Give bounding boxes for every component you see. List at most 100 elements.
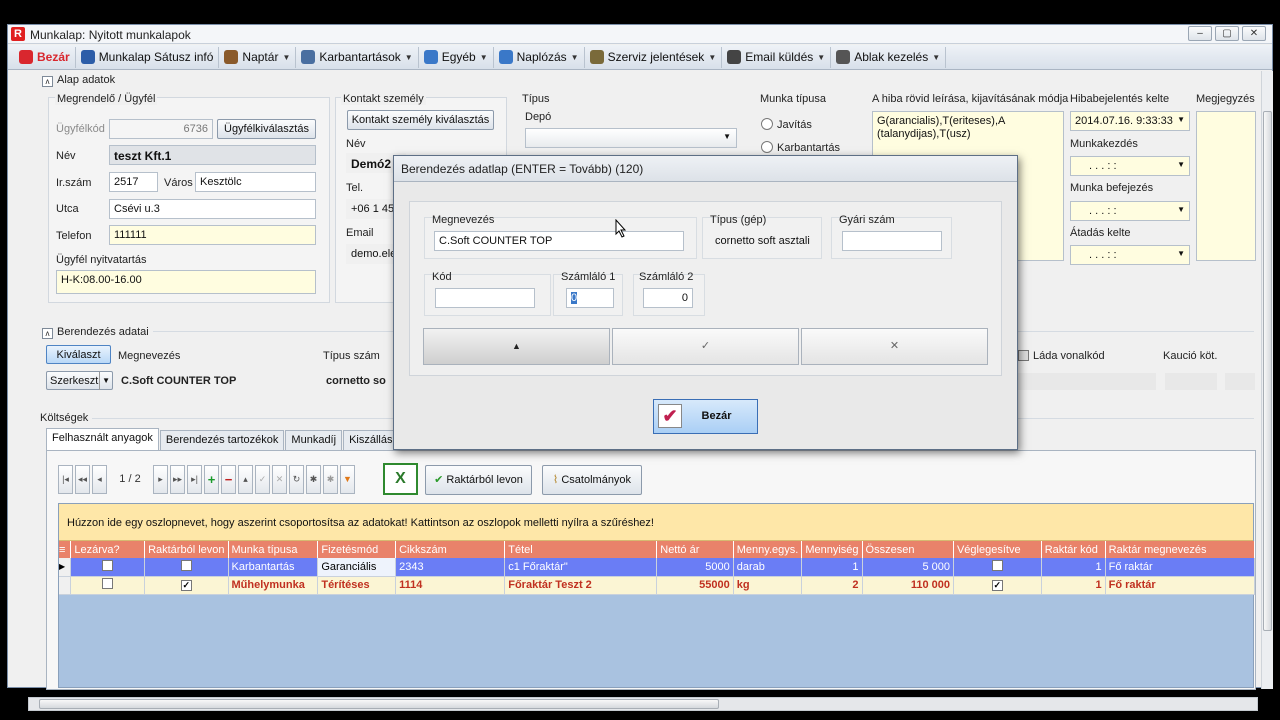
cell-munka[interactable]: Műhelymunka [228, 576, 319, 595]
select-contact-button[interactable]: Kontakt személy kiválasztás [347, 110, 494, 130]
row-indicator[interactable] [59, 576, 72, 595]
close-window-button[interactable]: ✕ [1242, 26, 1266, 41]
cell-netto[interactable]: 5000 [656, 558, 734, 577]
cell-lezarva[interactable] [70, 558, 146, 577]
prev-record-icon[interactable]: ◂ [92, 465, 107, 494]
cell-osszesen[interactable]: 5 000 [862, 558, 954, 577]
checkbox[interactable]: ✓ [180, 580, 192, 591]
cell-levon[interactable] [144, 558, 229, 577]
excel-export-icon[interactable]: X [383, 463, 418, 495]
select-customer-button[interactable]: Ügyfélkiválasztás [217, 119, 316, 139]
notes-field[interactable] [1196, 111, 1256, 261]
radio-repair[interactable]: Javítás [761, 118, 812, 131]
confirm-icon[interactable]: ✓ [255, 465, 270, 494]
cell-fizetes[interactable]: Térítéses [317, 576, 397, 595]
cell-cikk[interactable]: 2343 [395, 558, 506, 577]
deposit-field[interactable] [1165, 373, 1217, 390]
column-header[interactable]: Lezárva? [70, 541, 146, 558]
cell-fizetes[interactable]: Garanciális [317, 558, 397, 577]
vertical-scrollbar[interactable] [1261, 71, 1273, 689]
collapse-icon[interactable]: ʌ [42, 76, 53, 87]
column-header[interactable]: Raktár kód [1041, 541, 1106, 558]
column-header[interactable]: Fizetésmód [317, 541, 397, 558]
maximize-button[interactable]: ▢ [1215, 26, 1239, 41]
depot-select[interactable]: ▼ [525, 128, 737, 148]
attachments-button[interactable]: ⌇ Csatolmányok [542, 465, 642, 495]
section-alap-adatok[interactable]: ʌ Alap adatok [42, 74, 115, 87]
select-equipment-button[interactable]: Kiválaszt [46, 345, 111, 364]
last-page-icon[interactable]: ▸| [187, 465, 202, 494]
opening-hours-field[interactable]: H-K:08.00-16.00 [56, 270, 316, 294]
street-field[interactable]: Csévi u.3 [109, 199, 316, 219]
column-header[interactable]: Tétel [504, 541, 658, 558]
cell-menny[interactable]: 2 [801, 576, 863, 595]
column-header[interactable]: Nettó ár [656, 541, 734, 558]
column-header[interactable]: Raktár megnevezés [1105, 541, 1256, 558]
previous-button[interactable]: ▲ [423, 328, 610, 365]
next-page-icon[interactable]: ▸▸ [170, 465, 185, 494]
star-icon[interactable]: ✱ [306, 465, 321, 494]
dialog-type-field[interactable]: cornetto soft asztali [710, 231, 816, 251]
menu-item-6[interactable]: Szerviz jelentések ▼ [585, 46, 723, 68]
dialog-name-field[interactable]: C.Soft COUNTER TOP [434, 231, 684, 251]
city-field[interactable]: Kesztölc [195, 172, 316, 192]
extra-field[interactable] [1225, 373, 1255, 390]
ok-button[interactable]: ✓ [612, 328, 799, 365]
table-row[interactable]: ✓ Műhelymunka Térítéses 1114 Főraktár Teszt … [59, 576, 1256, 595]
dialog-serial-field[interactable] [842, 231, 942, 251]
column-header[interactable]: Összesen [862, 541, 954, 558]
cell-vegleges[interactable] [953, 558, 1042, 577]
deduct-from-stock-button[interactable]: ✔ Raktárból levon [425, 465, 532, 495]
menu-item-5[interactable]: Naplózás ▼ [494, 46, 585, 68]
report-date-field[interactable]: 2014.07.16. 9:33:33 ▼ [1070, 111, 1190, 131]
tab-1[interactable]: Berendezés tartozékok [159, 430, 285, 450]
cell-osszesen[interactable]: 110 000 [862, 576, 954, 595]
checkbox[interactable] [102, 578, 114, 589]
menu-item-2[interactable]: Naptár ▼ [219, 46, 297, 68]
cell-cikk[interactable]: 1114 [395, 576, 506, 595]
refresh-icon[interactable]: ↻ [289, 465, 304, 494]
section-berendezes[interactable]: ʌ Berendezés adatai [42, 326, 153, 339]
cell-vegleges[interactable]: ✓ [953, 576, 1042, 595]
prev-page-icon[interactable]: ◂◂ [75, 465, 90, 494]
tab-2[interactable]: Munkadíj [285, 430, 343, 450]
tab-0[interactable]: Felhasznált anyagok [46, 428, 159, 450]
scroll-thumb[interactable] [1263, 111, 1272, 631]
horizontal-scrollbar[interactable] [28, 697, 1258, 711]
cell-lezarva[interactable] [70, 576, 146, 595]
work-end-field[interactable]: . . . : : ▼ [1070, 201, 1190, 221]
row-indicator[interactable]: ▶ [59, 558, 72, 577]
filter-icon[interactable]: ▼ [340, 465, 355, 494]
menu-item-0[interactable]: Bezár [14, 46, 76, 68]
crate-barcode-field[interactable] [1018, 373, 1156, 390]
name-field[interactable]: teszt Kft.1 [109, 145, 316, 165]
minimize-button[interactable]: ‒ [1188, 26, 1212, 41]
phone-field[interactable]: 111111 [109, 225, 316, 245]
menu-item-7[interactable]: Email küldés ▼ [722, 46, 832, 68]
customer-code-field[interactable]: 6736 [109, 119, 213, 139]
radio-maintenance[interactable]: Karbantartás [761, 141, 840, 154]
menu-item-4[interactable]: Egyéb ▼ [419, 46, 494, 68]
cancel-button[interactable]: ✕ [801, 328, 988, 365]
first-page-icon[interactable]: |◂ [58, 465, 73, 494]
checkbox[interactable]: ✓ [991, 580, 1003, 591]
collapse-icon[interactable]: ʌ [42, 328, 53, 339]
cell-tetel[interactable]: c1 Főraktár" [504, 558, 658, 577]
dialog-code-field[interactable] [435, 288, 535, 308]
cell-rnev[interactable]: Fő raktár [1105, 576, 1256, 595]
menu-item-8[interactable]: Ablak kezelés ▼ [831, 46, 947, 68]
cell-rkod[interactable]: 1 [1041, 558, 1106, 577]
column-header[interactable]: Munka típusa [228, 541, 319, 558]
edit-equipment-button[interactable]: Szerkeszt ▼ [46, 371, 113, 390]
cell-rkod[interactable]: 1 [1041, 576, 1106, 595]
counter2-field[interactable]: 0 [643, 288, 693, 308]
column-header[interactable]: Raktárból levon [144, 541, 229, 558]
add-icon[interactable]: + [204, 465, 219, 494]
menu-item-3[interactable]: Karbantartások ▼ [296, 46, 419, 68]
checkbox[interactable] [180, 559, 192, 571]
work-start-field[interactable]: . . . : : ▼ [1070, 156, 1190, 176]
scroll-thumb[interactable] [39, 699, 719, 709]
cell-netto[interactable]: 55000 [656, 576, 734, 595]
checkbox[interactable] [991, 559, 1003, 571]
cancel-icon[interactable]: ✕ [272, 465, 287, 494]
